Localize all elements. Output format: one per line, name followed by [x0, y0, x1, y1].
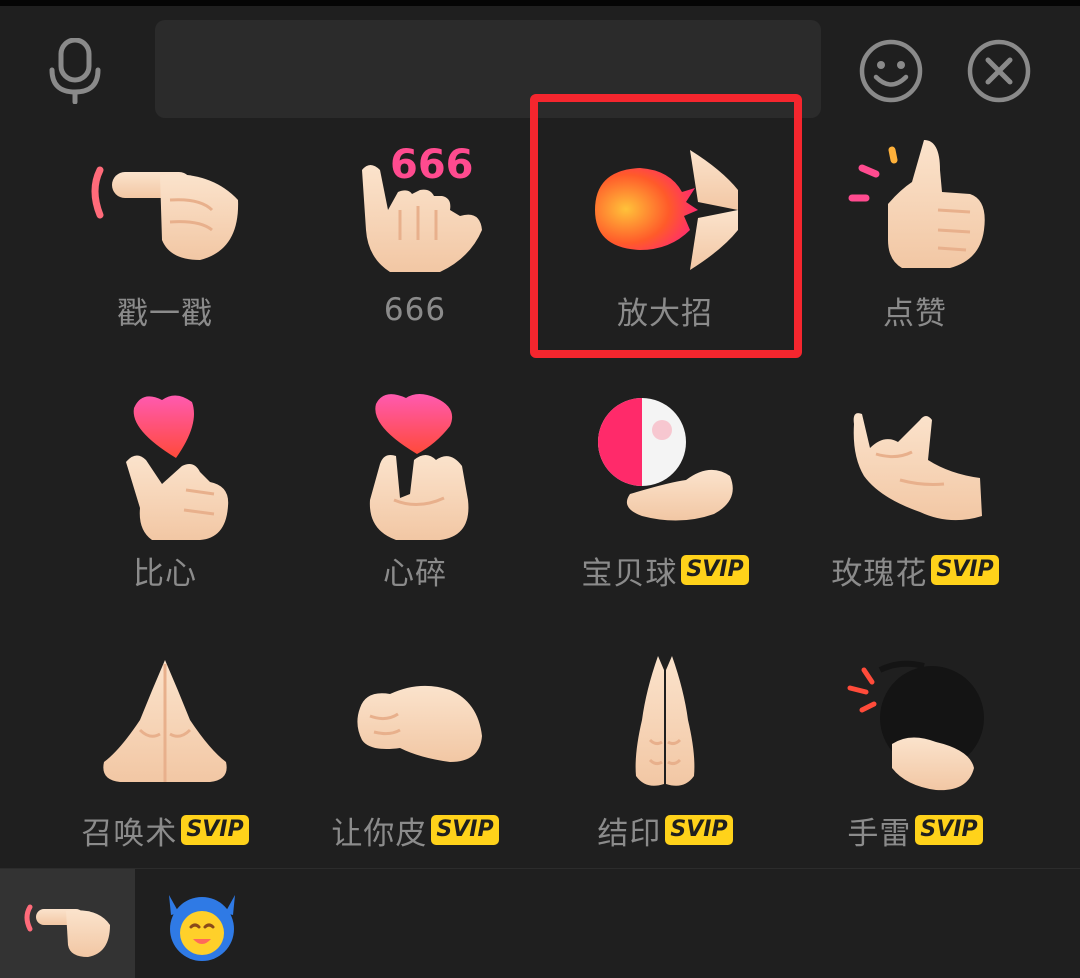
sticker-label: 戳一戳	[117, 295, 213, 332]
sticker-label: 让你皮	[331, 815, 428, 852]
close-icon[interactable]	[966, 38, 1032, 104]
rose-hand-icon	[853, 413, 982, 521]
sticker-label-row: 玫瑰花 SVIP	[790, 550, 1040, 592]
sticker-grenade[interactable]: 手雷 SVIP	[790, 640, 1040, 900]
sticker-summon[interactable]: 召唤术 SVIP	[40, 640, 290, 900]
tab-gesture-stickers[interactable]	[0, 869, 135, 978]
poke-hand-icon	[91, 166, 239, 260]
svip-badge: SVIP	[931, 555, 999, 585]
sticker-label: 666	[383, 292, 447, 328]
sticker-broken-heart[interactable]: 心碎	[290, 380, 540, 640]
sticker-label: 心碎	[383, 555, 447, 592]
sticker-label-row: 宝贝球 SVIP	[540, 550, 790, 592]
sticker-666[interactable]: 666 666	[290, 120, 540, 380]
pokeball-hand-icon	[598, 398, 733, 521]
sticker-finger-heart[interactable]: 比心	[40, 380, 290, 640]
sticker-label-row: 比心	[40, 550, 290, 592]
sticker-poke[interactable]: 戳一戳	[40, 120, 290, 380]
svip-badge: SVIP	[915, 815, 983, 845]
sticker-label-row: 心碎	[290, 550, 540, 592]
sticker-label-row: 戳一戳	[40, 290, 290, 332]
svip-badge: SVIP	[431, 815, 499, 845]
sticker-label-row: 手雷 SVIP	[790, 810, 1040, 852]
svg-text:666: 666	[390, 142, 474, 188]
grenade-hand-icon	[847, 660, 984, 791]
sticker-label-row: 点赞	[790, 290, 1040, 332]
sticker-label: 比心	[133, 555, 197, 592]
selection-highlight	[530, 94, 802, 358]
sticker-pokeball[interactable]: 宝贝球 SVIP	[540, 380, 790, 640]
top-edge	[0, 0, 1080, 6]
sticker-pinch[interactable]: 让你皮 SVIP	[290, 640, 540, 900]
sticker-thumbs-up[interactable]: 点赞	[790, 120, 1040, 380]
sticker-category-bar	[0, 868, 1080, 978]
finger-heart-icon	[126, 395, 229, 540]
sticker-label: 宝贝球	[581, 555, 678, 592]
sticker-seal[interactable]: 结印 SVIP	[540, 640, 790, 900]
sticker-label: 玫瑰花	[831, 555, 928, 592]
summon-hands-icon	[103, 660, 227, 782]
pinch-hand-icon	[357, 685, 482, 762]
sticker-label-row: 召唤术 SVIP	[40, 810, 290, 852]
broken-heart-hands-icon	[369, 394, 469, 540]
sticker-label: 点赞	[883, 295, 947, 332]
seal-hands-icon	[635, 656, 695, 786]
sticker-label: 手雷	[847, 815, 912, 852]
poke-hand-icon	[24, 904, 110, 957]
svip-badge: SVIP	[181, 815, 249, 845]
sticker-label-row: 结印 SVIP	[540, 810, 790, 852]
smiley-face-icon[interactable]	[858, 38, 924, 104]
svip-badge: SVIP	[665, 815, 733, 845]
tab-devil-stickers[interactable]	[135, 869, 270, 978]
devil-face-icon	[169, 895, 235, 961]
thumbs-up-icon	[848, 140, 985, 268]
sticker-label-row: 666	[290, 290, 540, 330]
svip-badge: SVIP	[681, 555, 749, 585]
sticker-label: 召唤术	[81, 815, 178, 852]
sticker-label-row: 让你皮 SVIP	[290, 810, 540, 852]
six-six-six-hand-icon: 666	[362, 142, 482, 272]
sticker-label: 结印	[597, 815, 662, 852]
sticker-rose[interactable]: 玫瑰花 SVIP	[790, 380, 1040, 640]
microphone-icon[interactable]	[47, 38, 103, 104]
